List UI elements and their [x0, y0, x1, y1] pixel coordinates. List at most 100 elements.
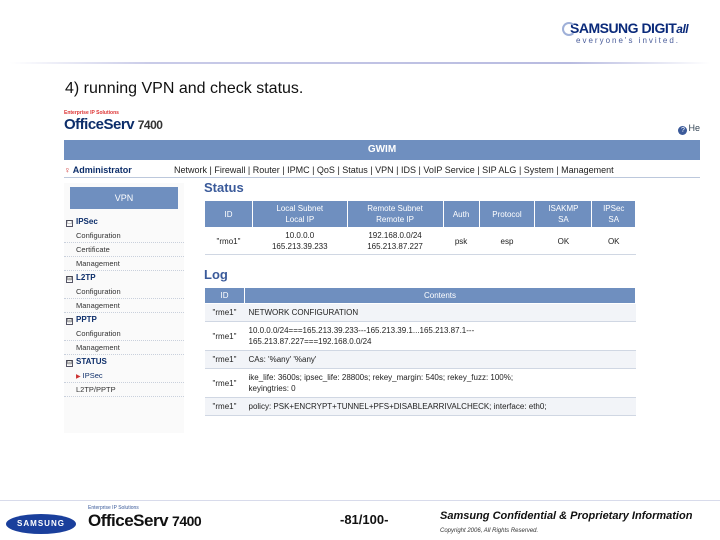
- nav-status[interactable]: Status: [342, 165, 368, 175]
- help-label: He: [688, 123, 700, 133]
- sidebar-item-ipsec-certificate[interactable]: Certificate: [64, 243, 184, 257]
- col-remote: Remote Subnet Remote IP: [346, 200, 444, 228]
- footer-logo-model: 7400: [172, 513, 202, 529]
- cell-id: "rmo1": [204, 227, 253, 255]
- sidebar-item-pptp-configuration[interactable]: Configuration: [64, 327, 184, 341]
- collapse-icon[interactable]: □: [66, 220, 73, 227]
- col-log-id: ID: [204, 287, 245, 304]
- brand-name: SAMSUNG DIGIT: [570, 20, 677, 36]
- log-header-row: ID Contents: [204, 287, 636, 304]
- admin-user: ♀ Administrator: [64, 162, 132, 177]
- nav-menu: Network | Firewall | Router | IPMC | QoS…: [174, 165, 614, 175]
- footer-logo-name: OfficeServ: [88, 511, 169, 530]
- footer-officeserv-logo: Enterprise IP Solutions OfficeServ 7400: [88, 505, 202, 531]
- nav-system[interactable]: System: [524, 165, 554, 175]
- nav-network[interactable]: Network: [174, 165, 207, 175]
- main-content: Status ID Local Subnet Local IP Remote S…: [204, 180, 698, 416]
- brand-name-suffix: all: [676, 22, 689, 36]
- footer-divider: [0, 500, 720, 501]
- sidebar-group-l2tp[interactable]: ⊟ L2TP: [64, 271, 184, 285]
- sidebar-item-status-l2tp-pptp[interactable]: L2TP/PPTP: [64, 383, 184, 397]
- help-icon: ?: [678, 126, 688, 135]
- swoosh-icon: [562, 22, 576, 36]
- log-id: "rme1": [204, 321, 245, 351]
- group-label: IPSec: [76, 217, 98, 226]
- nav-firewall[interactable]: Firewall: [214, 165, 245, 175]
- sidebar-item-l2tp-configuration[interactable]: Configuration: [64, 285, 184, 299]
- col-auth: Auth: [442, 200, 480, 228]
- col-isakmp: ISAKMP SA: [534, 200, 593, 228]
- item-label: IPSec: [82, 371, 103, 380]
- col-protocol: Protocol: [478, 200, 536, 228]
- cell-auth: psk: [443, 227, 480, 255]
- log-id: "rme1": [204, 397, 245, 416]
- table-row: "rme1" CAs: '%any' '%any': [204, 350, 636, 369]
- log-title: Log: [204, 267, 228, 282]
- col-log-contents: Contents: [244, 287, 636, 304]
- admin-label: Administrator: [72, 165, 132, 175]
- page-number: -81/100-: [340, 512, 389, 527]
- gwim-screenshot: Enterprise IP Solutions OfficeServ 7400 …: [64, 110, 700, 470]
- sidebar-item-status-ipsec[interactable]: ▶ IPSec: [64, 369, 184, 383]
- group-label: PPTP: [76, 315, 97, 324]
- group-label: L2TP: [76, 273, 96, 282]
- log-id: "rme1": [204, 350, 245, 369]
- cell-protocol: esp: [479, 227, 535, 255]
- logo-model: 7400: [137, 118, 163, 132]
- log-content: NETWORK CONFIGURATION: [244, 303, 636, 322]
- log-id: "rme1": [204, 368, 245, 398]
- top-nav: ♀ Administrator Network | Firewall | Rout…: [64, 162, 700, 178]
- status-title: Status: [204, 180, 244, 195]
- officeserv-logo: Enterprise IP Solutions OfficeServ 7400: [64, 110, 163, 133]
- status-table: ID Local Subnet Local IP Remote Subnet R…: [204, 200, 636, 255]
- sidebar: VPN □ IPSec Configuration Certificate Man…: [64, 183, 184, 433]
- log-id: "rme1": [204, 303, 245, 322]
- collapse-icon[interactable]: ⊟: [66, 318, 73, 325]
- log-table: ID Contents "rme1" NETWORK CONFIGURATION …: [204, 287, 636, 416]
- nav-sip-alg[interactable]: SIP ALG: [482, 165, 516, 175]
- sidebar-item-l2tp-management[interactable]: Management: [64, 299, 184, 313]
- collapse-icon[interactable]: ⊟: [66, 276, 73, 283]
- log-content: policy: PSK+ENCRYPT+TUNNEL+PFS+DISABLEAR…: [244, 397, 636, 416]
- sidebar-group-ipsec[interactable]: □ IPSec: [64, 215, 184, 229]
- table-row: "rmo1" 10.0.0.0 165.213.39.233 192.168.0…: [204, 227, 636, 255]
- log-content: 10.0.0.0/24===165.213.39.233---165.213.3…: [244, 321, 636, 351]
- nav-qos[interactable]: QoS: [317, 165, 335, 175]
- col-id: ID: [204, 200, 253, 228]
- nav-voip-service[interactable]: VoIP Service: [423, 165, 474, 175]
- sidebar-item-pptp-management[interactable]: Management: [64, 341, 184, 355]
- cell-isakmp: OK: [534, 227, 592, 255]
- header-divider: [10, 62, 710, 64]
- arrow-right-icon: ▶: [76, 374, 81, 380]
- sidebar-item-ipsec-management[interactable]: Management: [64, 257, 184, 271]
- brand-tagline: everyone's invited.: [576, 36, 681, 45]
- table-row: "rme1" policy: PSK+ENCRYPT+TUNNEL+PFS+DIS…: [204, 397, 636, 416]
- help-link[interactable]: ? He: [678, 123, 700, 135]
- copyright: Copyright 2006, All Rights Reserved.: [440, 528, 539, 534]
- sidebar-item-ipsec-configuration[interactable]: Configuration: [64, 229, 184, 243]
- sidebar-title: VPN: [70, 187, 178, 209]
- nav-ids[interactable]: IDS: [401, 165, 416, 175]
- cell-local: 10.0.0.0 165.213.39.233: [252, 227, 348, 255]
- col-ipsec: IPSec SA: [591, 200, 636, 228]
- app-header: GWIM: [64, 140, 700, 160]
- log-content: ike_life: 3600s; ipsec_life: 28800s; rek…: [244, 368, 636, 398]
- sidebar-group-status[interactable]: ⊟ STATUS: [64, 355, 184, 369]
- sidebar-group-pptp[interactable]: ⊟ PPTP: [64, 313, 184, 327]
- status-header-row: ID Local Subnet Local IP Remote Subnet R…: [204, 200, 636, 228]
- log-content: CAs: '%any' '%any': [244, 350, 636, 369]
- cell-ipsec: OK: [591, 227, 636, 255]
- table-row: "rme1" NETWORK CONFIGURATION: [204, 303, 636, 322]
- nav-router[interactable]: Router: [253, 165, 280, 175]
- table-row: "rme1" ike_life: 3600s; ipsec_life: 28800…: [204, 368, 636, 398]
- nav-vpn[interactable]: VPN: [375, 165, 394, 175]
- group-label: STATUS: [76, 357, 107, 366]
- slide-title: 4) running VPN and check status.: [65, 80, 304, 97]
- cell-remote: 192.168.0.0/24 165.213.87.227: [347, 227, 444, 255]
- logo-name: OfficeServ: [64, 116, 135, 133]
- collapse-icon[interactable]: ⊟: [66, 360, 73, 367]
- col-local: Local Subnet Local IP: [252, 200, 348, 228]
- nav-management[interactable]: Management: [561, 165, 614, 175]
- table-row: "rme1" 10.0.0.0/24===165.213.39.233---165…: [204, 321, 636, 351]
- nav-ipmc[interactable]: IPMC: [287, 165, 310, 175]
